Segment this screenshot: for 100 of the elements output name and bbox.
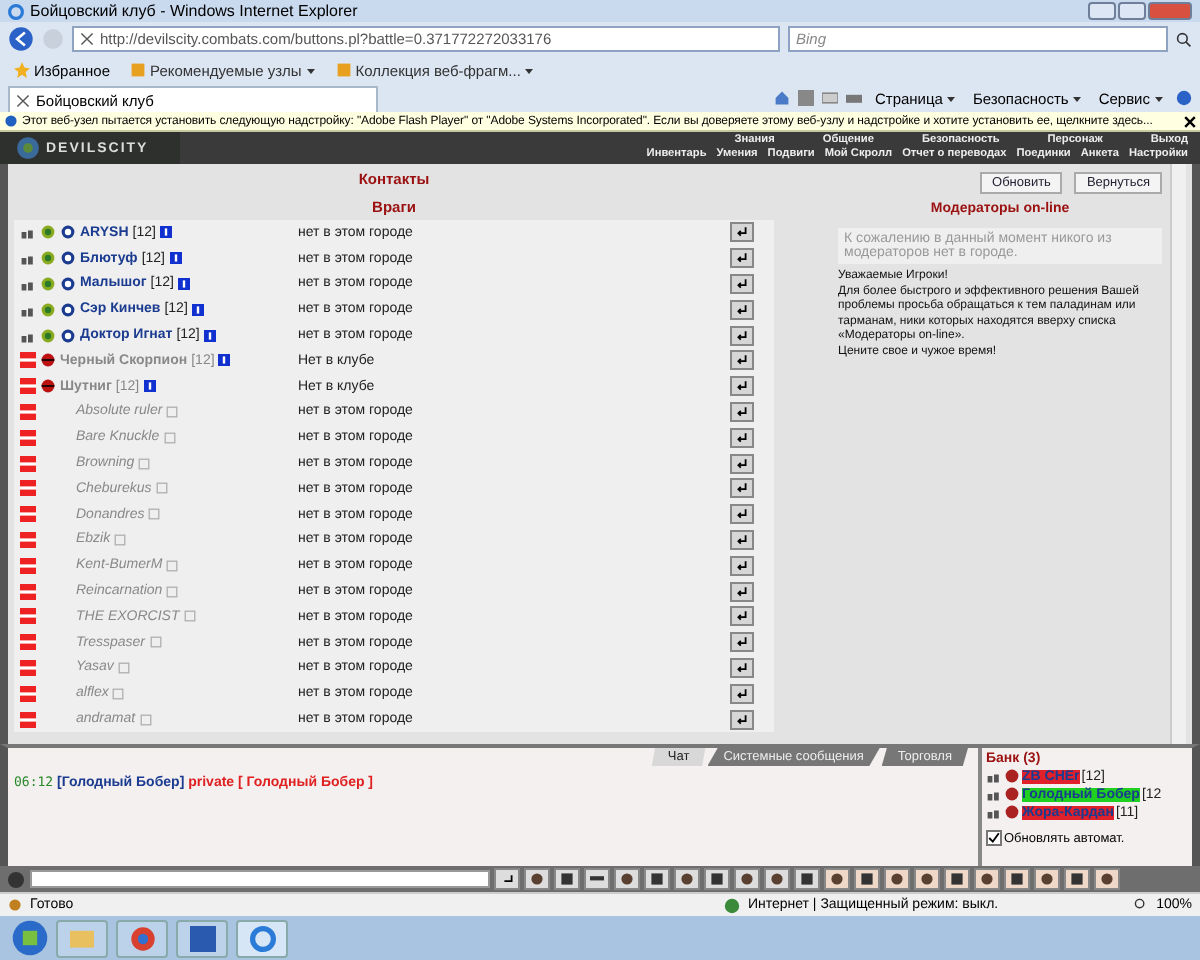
reply-button[interactable]: [730, 376, 754, 397]
tool-button[interactable]: [884, 868, 910, 890]
tool-button[interactable]: [644, 868, 670, 890]
reply-button[interactable]: [730, 325, 754, 346]
return-arrow-icon: [734, 585, 750, 598]
reply-button[interactable]: [730, 222, 754, 243]
badge-icon: [20, 557, 36, 574]
tool-button[interactable]: [854, 868, 880, 890]
chat-input[interactable]: [30, 870, 490, 888]
reply-button[interactable]: [730, 401, 754, 422]
tool-button[interactable]: [584, 868, 610, 890]
taskbar-button[interactable]: [116, 919, 168, 957]
reply-button[interactable]: [730, 350, 754, 371]
maximize-button[interactable]: [1118, 2, 1146, 20]
tool-button[interactable]: [554, 868, 580, 890]
back-icon[interactable]: [8, 26, 34, 52]
info-icon: [169, 252, 181, 265]
return-arrow-icon: [734, 661, 750, 674]
tool-button[interactable]: [1004, 868, 1030, 890]
reply-button[interactable]: [730, 632, 754, 653]
tool-button[interactable]: [1034, 868, 1060, 890]
return-arrow-icon: [734, 431, 750, 444]
tool-button[interactable]: [704, 868, 730, 890]
window-title: Бойцовский клуб - Windows Internet Explorer: [30, 2, 358, 20]
badge-icon: [20, 711, 36, 728]
tool-button[interactable]: [824, 868, 850, 890]
reply-button[interactable]: [730, 427, 754, 448]
reply-button[interactable]: [730, 709, 754, 730]
star-icon: [14, 62, 30, 78]
browser-logo-icon: [249, 925, 275, 951]
reply-button[interactable]: [730, 683, 754, 704]
emblem-icon: [40, 378, 56, 395]
tool-button[interactable]: [674, 868, 700, 890]
tool-button[interactable]: [974, 868, 1000, 890]
circle-icon: [770, 872, 784, 886]
info-icon: [203, 329, 216, 342]
taskbar-button[interactable]: [176, 919, 228, 957]
info-icon: [143, 380, 156, 393]
return-arrow-icon: [734, 610, 750, 623]
reply-button[interactable]: [730, 504, 754, 525]
return-arrow-icon: [734, 277, 750, 290]
taskbar-button[interactable]: [236, 919, 288, 957]
tool-button[interactable]: [914, 868, 940, 890]
search-icon[interactable]: [1176, 31, 1192, 47]
return-arrow-icon: [734, 303, 750, 316]
start-orb-icon[interactable]: [12, 920, 48, 956]
dropdown-arrow-icon: [1154, 93, 1164, 103]
wheel-icon: [129, 925, 155, 951]
home-icon[interactable]: [774, 90, 791, 106]
info-icon: [159, 226, 172, 239]
reply-button[interactable]: [730, 555, 754, 576]
reply-button[interactable]: [730, 248, 754, 269]
return-arrow-icon: [734, 636, 750, 649]
square-icon: [860, 872, 874, 886]
badge-icon: [20, 634, 36, 651]
dropdown-arrow-icon: [524, 65, 535, 75]
tool-button[interactable]: [614, 868, 640, 890]
return-arrow-icon: [734, 354, 750, 367]
scrollbar[interactable]: [1170, 164, 1186, 744]
tool-button[interactable]: [794, 868, 820, 890]
dropdown-arrow-icon: [1072, 93, 1083, 103]
badge-icon: [20, 403, 36, 420]
emblem-icon: [40, 352, 56, 369]
square-icon: [560, 872, 574, 886]
folder-icon: [68, 926, 96, 950]
tool-button[interactable]: [734, 868, 760, 890]
return-arrow-icon: [734, 687, 750, 700]
tool-button[interactable]: [764, 868, 790, 890]
info-icon: [149, 636, 161, 649]
reply-button[interactable]: [730, 581, 754, 602]
square-icon: [1070, 872, 1084, 886]
reply-button[interactable]: [730, 299, 754, 320]
info-icon: [177, 277, 190, 290]
dropdown-arrow-icon: [305, 65, 316, 75]
reply-button[interactable]: [730, 478, 754, 499]
circle-icon: [920, 872, 934, 886]
tool-button[interactable]: [494, 868, 520, 890]
tool-button[interactable]: [944, 868, 970, 890]
minimize-button[interactable]: [1088, 2, 1116, 20]
reply-button[interactable]: [730, 453, 754, 474]
square-icon: [1010, 872, 1024, 886]
mail-icon[interactable]: [822, 90, 839, 106]
return-arrow-icon: [734, 329, 750, 342]
reply-button[interactable]: [730, 529, 754, 550]
circle-icon: [530, 872, 544, 886]
badge-icon: [20, 659, 36, 676]
badge-icon: [20, 480, 36, 497]
tool-button[interactable]: [1064, 868, 1090, 890]
badge-icon: [20, 608, 36, 625]
return-arrow-icon: [734, 533, 750, 546]
badge-icon: [20, 506, 36, 523]
close-icon[interactable]: [1184, 115, 1196, 127]
info-icon: [191, 303, 204, 316]
reply-button[interactable]: [730, 606, 754, 627]
badge-icon: [20, 531, 36, 548]
checkbox[interactable]: [986, 830, 1002, 846]
tool-button[interactable]: [524, 868, 550, 890]
reply-button[interactable]: [730, 657, 754, 678]
tool-button[interactable]: [1094, 868, 1120, 890]
reply-button[interactable]: [730, 273, 754, 294]
